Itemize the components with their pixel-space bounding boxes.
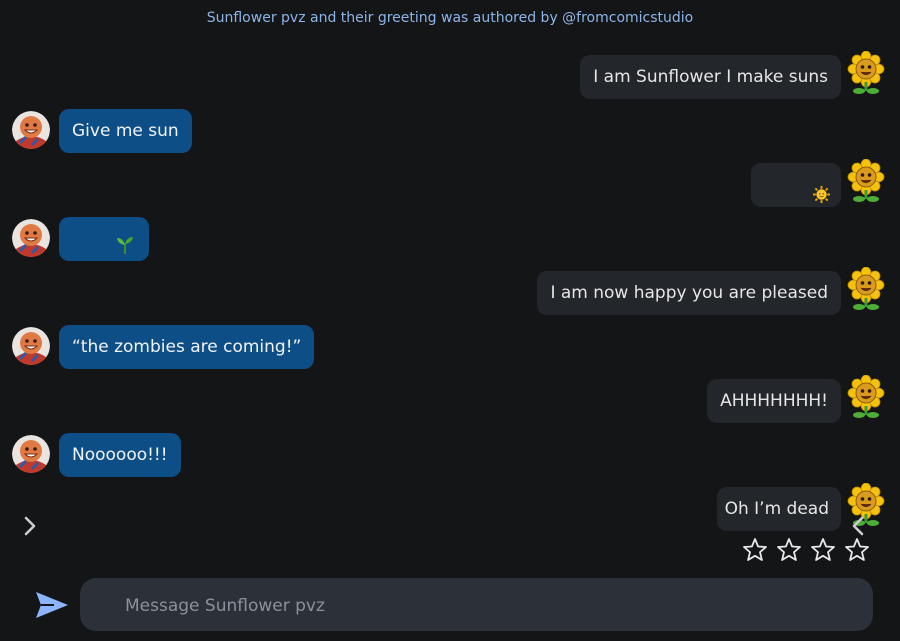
user-message-bubble: “the zombies are coming!” [59,325,315,369]
star-rating [742,537,872,565]
seedling-emoji-icon [115,228,135,254]
user-avatar [12,111,50,149]
bot-message-bubble: Oh I’m dead [716,487,841,531]
message-row: I am now happy you are pleased [0,267,900,319]
message-row [0,159,900,211]
author-credit: Sunflower pvz and their greeting was aut… [206,10,694,26]
message-row: Noooooo!!! [0,433,900,481]
sunflower-avatar [846,375,886,419]
message-row: Give me sun [0,109,900,157]
bot-message-bubble: AHHHHHHH! [707,379,841,423]
user-avatar [12,219,50,257]
chevron-right-icon[interactable] [20,514,40,538]
message-row: I am Sunflower I make suns [0,51,900,103]
bot-message-bubble [751,163,841,207]
message-row: Oh I’m dead [0,483,900,535]
chat-transcript: I am Sunflower I make suns Give me sun I… [0,44,900,554]
chat-page: Sunflower pvz and their greeting was aut… [0,0,900,641]
message-row: “the zombies are coming!” [0,325,900,373]
bot-message-bubble: I am now happy you are pleased [537,271,841,315]
message-input[interactable] [123,578,827,633]
star-icon[interactable] [810,537,836,563]
user-message-bubble [59,217,149,261]
sunflower-avatar [846,159,886,203]
user-avatar [12,435,50,473]
star-icon[interactable] [844,537,870,563]
chevron-left-icon[interactable] [848,514,868,538]
user-message-bubble: Give me sun [59,109,192,153]
sunflower-avatar [846,51,886,95]
user-message-bubble: Noooooo!!! [59,433,181,477]
star-icon[interactable] [776,537,802,563]
bot-message-bubble: I am Sunflower I make suns [580,55,841,99]
message-composer [80,578,873,633]
message-row [0,217,900,265]
sunflower-avatar [846,267,886,311]
user-avatar [12,327,50,365]
message-row: AHHHHHHH! [0,375,900,427]
send-icon[interactable] [34,589,70,621]
star-icon[interactable] [742,537,768,563]
sun-emoji-icon [813,176,830,203]
